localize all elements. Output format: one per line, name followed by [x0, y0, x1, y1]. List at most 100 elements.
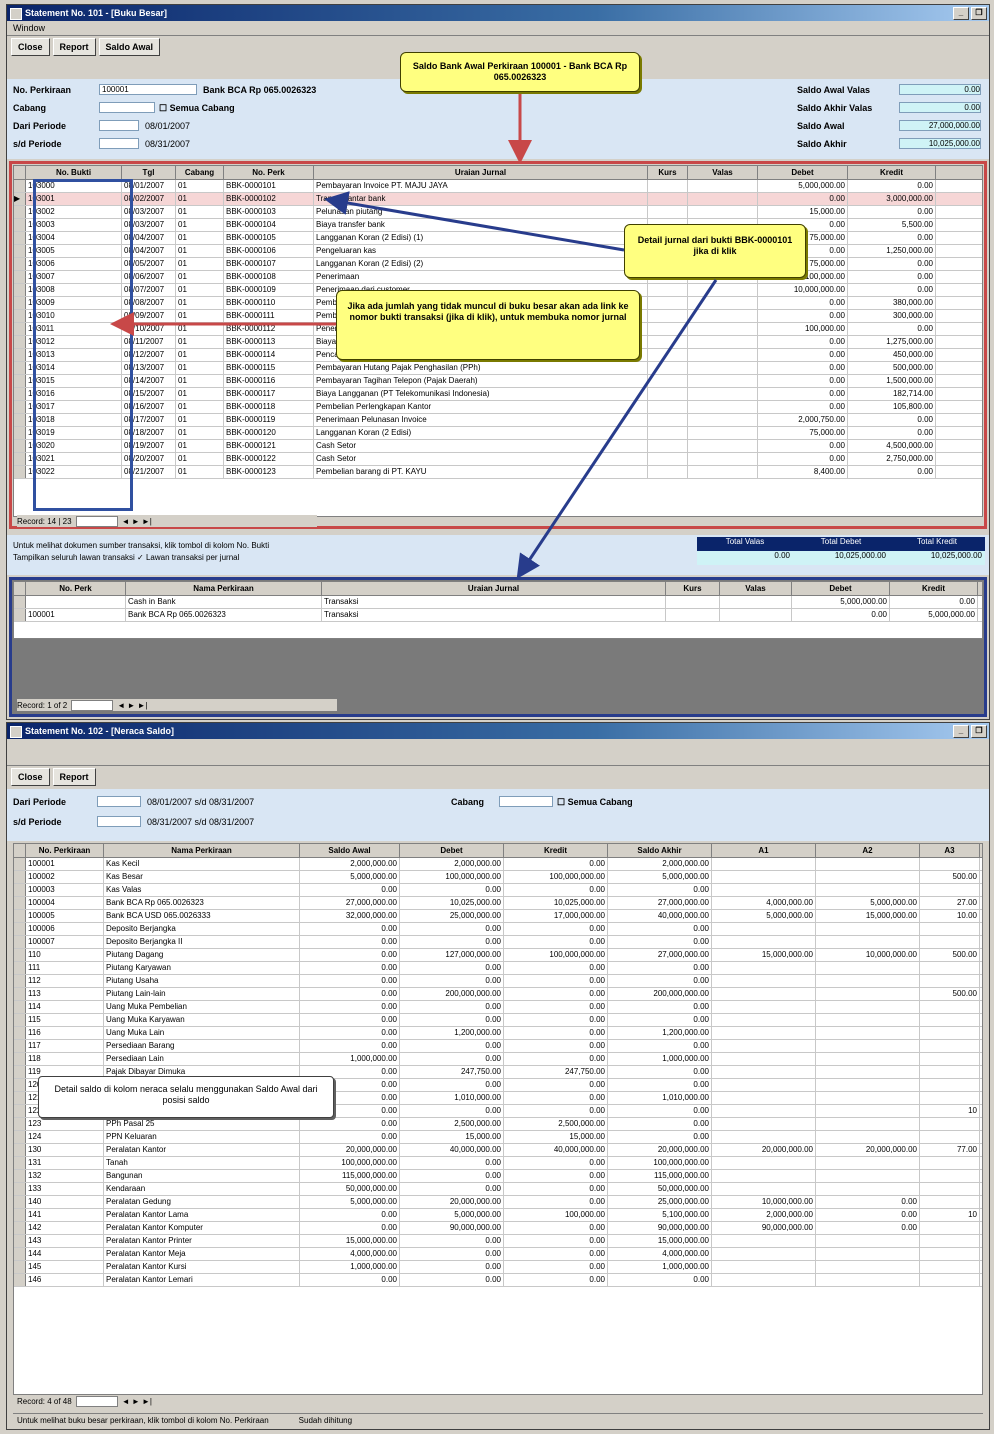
column-header[interactable]: Saldo Akhir: [608, 844, 712, 857]
table-row[interactable]: 103005 08/04/2007 01 BBK-0000106 Pengeluaran…: [14, 245, 982, 258]
table-cell[interactable]: [26, 596, 126, 608]
table-row[interactable]: 141 Peralatan Kantor Lama 0.00 5,000,000.00…: [14, 1209, 982, 1222]
column-header[interactable]: Uraian Jurnal: [322, 582, 666, 595]
column-header[interactable]: No. Perkiraan: [26, 844, 104, 857]
table-row[interactable]: 117 Persediaan Barang 0.00 0.00 0.00 0.00: [14, 1040, 982, 1053]
table-row[interactable]: 143 Peralatan Kantor Printer 15,000,000.00…: [14, 1235, 982, 1248]
neraca-record-navigator[interactable]: Record: 4 of 48 ◄ ► ►|: [17, 1395, 337, 1407]
table-row[interactable]: 116 Uang Muka Lain 0.00 1,200,000.00 0.00 1,2…: [14, 1027, 982, 1040]
row-selector[interactable]: [14, 349, 26, 361]
row-selector[interactable]: [14, 1235, 26, 1247]
dari-periode-field[interactable]: [97, 796, 141, 807]
column-header[interactable]: Kredit: [504, 844, 608, 857]
detail-nav-arrows-icon[interactable]: ◄ ► ►|: [117, 701, 147, 710]
table-row[interactable]: ▶ 103001 08/02/2007 01 BBK-0000102 Transfer a…: [14, 193, 982, 206]
dari-periode-field[interactable]: [99, 120, 139, 131]
table-cell[interactable]: 141: [26, 1209, 104, 1221]
row-selector[interactable]: [14, 936, 26, 948]
table-cell[interactable]: 100002: [26, 871, 104, 883]
minimize-icon[interactable]: _: [953, 7, 969, 20]
column-header[interactable]: Valas: [688, 166, 758, 179]
row-selector[interactable]: [14, 1040, 26, 1052]
record-input[interactable]: [75, 515, 118, 527]
row-selector[interactable]: [14, 414, 26, 426]
table-cell[interactable]: 123: [26, 1118, 104, 1130]
row-selector[interactable]: [14, 1066, 26, 1078]
table-cell[interactable]: 146: [26, 1274, 104, 1286]
table-cell[interactable]: 116: [26, 1027, 104, 1039]
table-row[interactable]: 103006 08/05/2007 01 BBK-0000107 Langganan K…: [14, 258, 982, 271]
minimize-icon[interactable]: _: [953, 725, 969, 738]
table-cell[interactable]: 100003: [26, 884, 104, 896]
table-row[interactable]: 100003 Kas Valas 0.00 0.00 0.00 0.00: [14, 884, 982, 897]
row-selector[interactable]: [14, 1053, 26, 1065]
row-selector[interactable]: [14, 180, 26, 192]
column-header[interactable]: Nama Perkiraan: [104, 844, 300, 857]
table-cell[interactable]: 113: [26, 988, 104, 1000]
table-cell[interactable]: 131: [26, 1157, 104, 1169]
row-selector[interactable]: [14, 923, 26, 935]
column-header[interactable]: Kurs: [648, 166, 688, 179]
table-cell[interactable]: 100007: [26, 936, 104, 948]
row-selector[interactable]: [14, 440, 26, 452]
row-selector[interactable]: [14, 858, 26, 870]
row-selector[interactable]: [14, 336, 26, 348]
table-row[interactable]: 103019 08/18/2007 01 BBK-0000120 Langganan K…: [14, 427, 982, 440]
sd-periode-field[interactable]: [99, 138, 139, 149]
row-selector[interactable]: [14, 258, 26, 270]
table-cell[interactable]: 143: [26, 1235, 104, 1247]
table-row[interactable]: 103020 08/19/2007 01 BBK-0000121 Cash Setor 0…: [14, 440, 982, 453]
neraca-nav-arrows-icon[interactable]: ◄ ► ►|: [122, 1397, 152, 1406]
column-header[interactable]: No. Perk: [224, 166, 314, 179]
row-selector[interactable]: [14, 362, 26, 374]
table-cell[interactable]: 110: [26, 949, 104, 961]
column-header[interactable]: Debet: [758, 166, 848, 179]
saldo-awal-button[interactable]: Saldo Awal: [98, 38, 161, 56]
row-selector[interactable]: [14, 1261, 26, 1273]
table-cell[interactable]: 112: [26, 975, 104, 987]
table-cell[interactable]: 114: [26, 1001, 104, 1013]
semua-cabang-checkbox[interactable]: ☐ Semua Cabang: [557, 797, 633, 808]
row-selector[interactable]: [14, 375, 26, 387]
table-row[interactable]: 103003 08/03/2007 01 BBK-0000104 Biaya trans…: [14, 219, 982, 232]
table-cell[interactable]: 144: [26, 1248, 104, 1260]
row-selector[interactable]: [14, 949, 26, 961]
table-cell[interactable]: 100004: [26, 897, 104, 909]
table-cell[interactable]: 133: [26, 1183, 104, 1195]
detail-record-input[interactable]: [71, 699, 114, 711]
table-row[interactable]: 113 Piutang Lain-lain 0.00 200,000,000.00 0.…: [14, 988, 982, 1001]
column-header[interactable]: Uraian Jurnal: [314, 166, 648, 179]
table-cell[interactable]: 130: [26, 1144, 104, 1156]
table-row[interactable]: 100004 Bank BCA Rp 065.0026323 27,000,000.…: [14, 897, 982, 910]
table-cell[interactable]: 100005: [26, 910, 104, 922]
table-row[interactable]: 142 Peralatan Kantor Komputer 0.00 90,000,0…: [14, 1222, 982, 1235]
row-selector[interactable]: [14, 1183, 26, 1195]
table-row[interactable]: 103016 08/15/2007 01 BBK-0000117 Biaya Langg…: [14, 388, 982, 401]
table-row[interactable]: 115 Uang Muka Karyawan 0.00 0.00 0.00 0.00: [14, 1014, 982, 1027]
column-header[interactable]: A3: [920, 844, 980, 857]
row-selector[interactable]: [14, 1001, 26, 1013]
table-row[interactable]: 114 Uang Muka Pembelian 0.00 0.00 0.00 0.00: [14, 1001, 982, 1014]
sd-periode-field[interactable]: [97, 816, 141, 827]
table-cell[interactable]: 132: [26, 1170, 104, 1182]
table-row[interactable]: 131 Tanah 100,000,000.00 0.00 0.00 100,000,00…: [14, 1157, 982, 1170]
row-selector[interactable]: [14, 884, 26, 896]
row-selector[interactable]: [14, 1079, 26, 1091]
row-selector[interactable]: [14, 1105, 26, 1117]
row-selector[interactable]: [14, 323, 26, 335]
table-cell[interactable]: 115: [26, 1014, 104, 1026]
table-row[interactable]: 103018 08/17/2007 01 BBK-0000119 Penerimaan …: [14, 414, 982, 427]
column-header[interactable]: Tgl: [122, 166, 176, 179]
table-cell[interactable]: 100001: [26, 609, 126, 621]
table-row[interactable]: 133 Kendaraan 50,000,000.00 0.00 0.00 50,000,…: [14, 1183, 982, 1196]
row-selector[interactable]: [14, 1157, 26, 1169]
row-selector[interactable]: [14, 310, 26, 322]
row-selector[interactable]: [14, 988, 26, 1000]
table-row[interactable]: 100005 Bank BCA USD 065.0026333 32,000,000…: [14, 910, 982, 923]
table-cell[interactable]: 145: [26, 1261, 104, 1273]
row-selector[interactable]: [14, 1027, 26, 1039]
row-selector[interactable]: [14, 975, 26, 987]
column-header[interactable]: Debet: [400, 844, 504, 857]
row-selector[interactable]: [14, 1118, 26, 1130]
row-selector[interactable]: [14, 609, 26, 621]
